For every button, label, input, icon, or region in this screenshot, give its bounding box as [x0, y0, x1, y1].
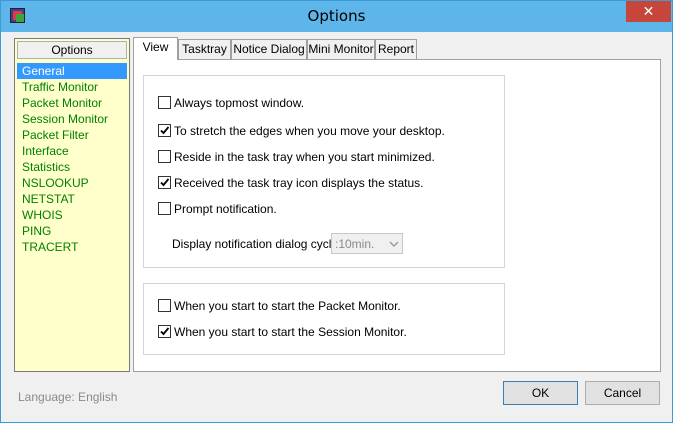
checkbox[interactable]	[158, 150, 171, 163]
tab-mini-monitor[interactable]: Mini Monitor	[307, 39, 375, 59]
sidebar-list: General Traffic Monitor Packet Monitor S…	[17, 63, 129, 255]
sidebar-item-statistics[interactable]: Statistics	[17, 159, 129, 175]
option-label: Prompt notification.	[174, 202, 277, 216]
tab-notice-dialog[interactable]: Notice Dialog	[231, 39, 307, 59]
cycle-label: Display notification dialog cycle.	[172, 237, 342, 251]
sidebar-item-general[interactable]: General	[17, 63, 127, 79]
checkbox[interactable]	[158, 202, 171, 215]
sidebar-item-nslookup[interactable]: NSLOOKUP	[17, 175, 129, 191]
view-tab-panel: Always topmost window. To stretch the ed…	[133, 59, 661, 372]
checkbox-checked[interactable]	[158, 325, 171, 338]
sidebar-item-traffic-monitor[interactable]: Traffic Monitor	[17, 79, 129, 95]
checkbox[interactable]	[158, 96, 171, 109]
cycle-value: :10min.	[335, 237, 375, 251]
sidebar-item-netstat[interactable]: NETSTAT	[17, 191, 129, 207]
options-sidebar: Options General Traffic Monitor Packet M…	[14, 38, 130, 372]
close-button[interactable]: ✕	[626, 1, 671, 22]
tab-view[interactable]: View	[133, 37, 178, 60]
option-label: Reside in the task tray when you start m…	[174, 150, 435, 164]
sidebar-item-whois[interactable]: WHOIS	[17, 207, 129, 223]
tab-report[interactable]: Report	[375, 39, 417, 59]
checkmark-icon	[160, 178, 170, 187]
window-title: Options	[307, 7, 366, 25]
sidebar-item-tracert[interactable]: TRACERT	[17, 239, 129, 255]
sidebar-item-session-monitor[interactable]: Session Monitor	[17, 111, 129, 127]
option-label: When you start to start the Packet Monit…	[174, 299, 401, 313]
checkbox[interactable]	[158, 299, 171, 312]
sidebar-header: Options	[17, 41, 127, 59]
chevron-down-icon	[389, 241, 399, 247]
sidebar-item-packet-monitor[interactable]: Packet Monitor	[17, 95, 129, 111]
ok-button[interactable]: OK	[503, 381, 578, 405]
option-label: To stretch the edges when you move your …	[174, 124, 445, 138]
cancel-button[interactable]: Cancel	[585, 381, 660, 405]
title-bar[interactable]: Options ✕	[1, 1, 672, 32]
view-options-group: Always topmost window. To stretch the ed…	[143, 75, 505, 268]
option-label: Received the task tray icon displays the…	[174, 176, 424, 190]
options-window: Options ✕ Options General Traffic Monito…	[0, 0, 673, 423]
checkmark-icon	[160, 126, 170, 135]
checkmark-icon	[160, 327, 170, 336]
checkbox-checked[interactable]	[158, 124, 171, 137]
cycle-dropdown[interactable]: :10min.	[331, 233, 403, 254]
option-label: When you start to start the Session Moni…	[174, 325, 407, 339]
sidebar-item-ping[interactable]: PING	[17, 223, 129, 239]
option-label: Always topmost window.	[174, 96, 305, 110]
checkbox-checked[interactable]	[158, 176, 171, 189]
sidebar-item-packet-filter[interactable]: Packet Filter	[17, 127, 129, 143]
startup-options-group: When you start to start the Packet Monit…	[143, 283, 505, 355]
tab-tasktray[interactable]: Tasktray	[178, 39, 231, 59]
sidebar-item-interface[interactable]: Interface	[17, 143, 129, 159]
language-label: Language: English	[18, 390, 118, 404]
